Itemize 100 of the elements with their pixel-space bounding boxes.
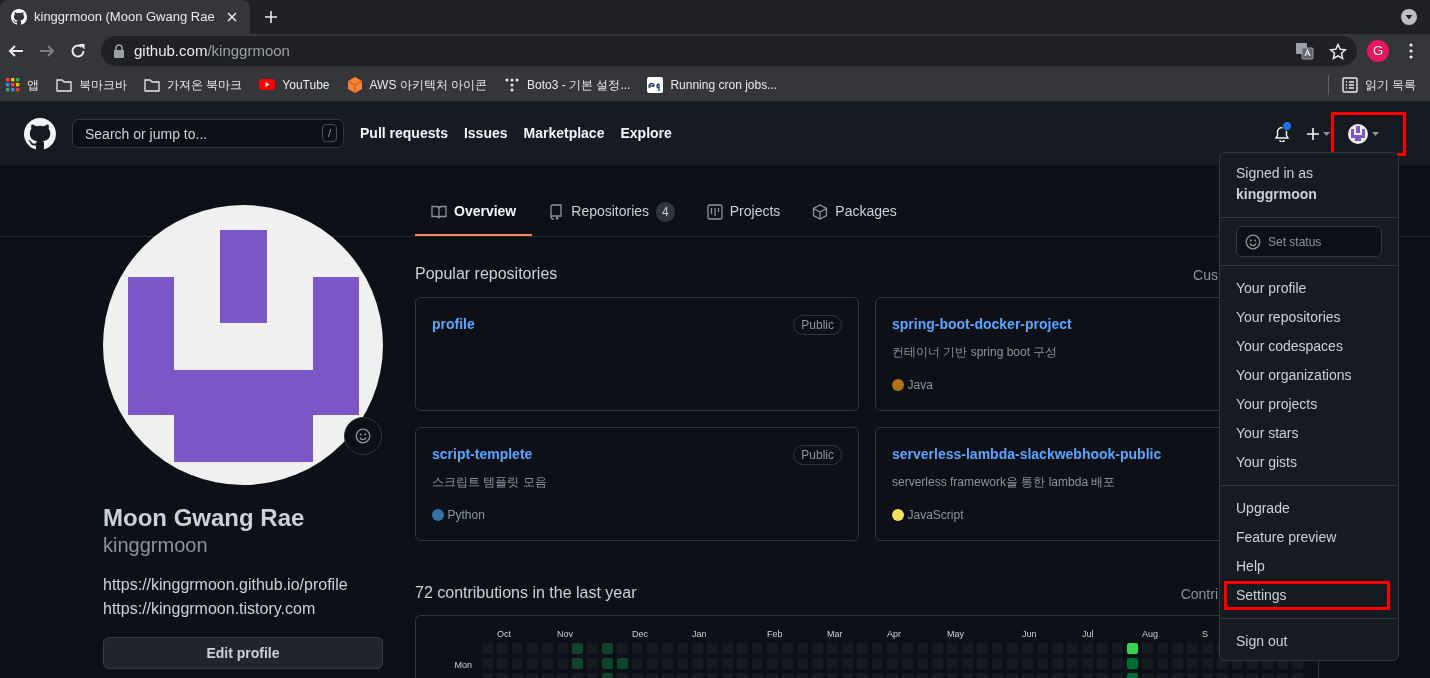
month-label: S [1202,629,1208,639]
month-label: Aug [1142,629,1158,639]
dots-icon [504,76,521,93]
bookmark[interactable]: 북마크바 [56,75,127,94]
profile-name: Moon Gwang Rae [103,503,306,533]
repo-description: 컨테이너 기반 spring boot 구성 [892,344,1058,361]
plus-icon [1305,126,1320,141]
profile-tab[interactable]: Packages [796,189,913,236]
reading-list[interactable]: 읽기 목록 [1341,75,1416,94]
back-icon[interactable] [8,43,24,59]
apps-grid-icon [6,77,20,92]
repo-link[interactable]: serverless-lambda-slackwebhook-public [892,444,1162,465]
bookmark[interactable]: 앱 [6,75,39,94]
section-title: 72 contributions in the last year [415,583,637,603]
menu-item[interactable]: Your codespaces [1224,332,1390,361]
cube-icon [346,76,363,93]
menu-item[interactable]: Your projects [1224,390,1390,419]
star-icon[interactable] [1329,42,1347,60]
github-logo [11,9,27,25]
month-label: Jan [692,629,707,639]
menu-icon[interactable] [1409,43,1413,59]
nav-link[interactable]: Issues [463,123,508,144]
caret-icon [1323,131,1330,136]
month-label: Jul [1082,629,1094,639]
bell-icon[interactable] [1273,125,1290,142]
status-button[interactable] [344,417,382,455]
edit-profile-button[interactable]: Edit profile [103,637,383,669]
contribution-settings-link[interactable]: Contri [1180,584,1218,605]
package-icon [812,203,829,220]
tab-title: kinggrmoon (Moon Gwang Rae [34,8,216,27]
url-text: github.com/kinggrmoon [134,40,290,61]
repository-icon [548,203,565,220]
smiley-icon [355,428,371,444]
close-icon[interactable] [226,11,238,23]
nav-link[interactable]: Explore [620,123,672,144]
github-logo[interactable] [24,117,56,150]
caret-icon [1371,131,1379,136]
list-icon [1341,76,1358,93]
site-icon [647,76,664,93]
set-status-button[interactable]: Set status [1236,226,1382,257]
reload-icon[interactable] [70,43,86,59]
menu-item[interactable]: Your stars [1224,419,1390,448]
day-label: Mon [454,660,472,670]
nav-link[interactable]: Pull requests [360,123,448,144]
nav-link[interactable]: Marketplace [523,123,605,144]
language-name: Java [907,377,933,394]
repo-description: 스크립트 템플릿 모음 [432,474,547,491]
menu-item[interactable]: Settings [1224,581,1390,610]
month-label: Oct [497,629,511,639]
address-bar[interactable]: github.com/kinggrmoon [101,36,1357,66]
avatar-icon [1348,123,1368,144]
bookmark[interactable]: 가져온 북마크 [144,75,243,94]
customize-link[interactable]: Cus [1193,265,1218,286]
profile-avatar[interactable]: G [1367,40,1389,62]
language-name: JavaScript [907,507,964,524]
month-label: Apr [887,629,901,639]
language-name: Python [447,507,485,524]
repo-description: serverless framework을 통한 lambda 배포 [892,474,1116,491]
website-link[interactable]: https://kinggrmoon.github.io/profile [103,573,348,597]
board-icon [706,203,723,220]
menu-item[interactable]: Sign out [1224,627,1390,656]
menu-item[interactable]: Your profile [1224,274,1390,303]
profile-username: kinggrmoon [103,533,209,557]
profile-tab[interactable]: Overview [415,189,533,236]
new-tab-icon[interactable] [264,10,278,24]
menu-item[interactable]: Help [1224,552,1390,581]
bookmark[interactable]: Boto3 - 기본 설정... [504,75,631,94]
browser-tab[interactable]: kinggrmoon (Moon Gwang Rae [0,0,250,34]
bookmark[interactable]: YouTube [259,75,330,94]
repo-link[interactable]: profile [432,314,475,335]
menu-item[interactable]: Upgrade [1224,494,1390,523]
month-label: May [947,629,964,639]
tab-search-icon[interactable] [1401,9,1417,25]
website-link[interactable]: https://kinggrmoon.tistory.com [103,597,316,621]
profile-tab[interactable]: Projects [690,189,797,236]
shortcut-key: / [321,124,337,142]
repo-link[interactable]: script-templete [432,444,533,465]
month-label: Feb [767,629,783,639]
signed-in-text: Signed in as kinggrmoon [1235,164,1318,204]
menu-item[interactable]: Your repositories [1224,303,1390,332]
translate-icon[interactable] [1295,42,1314,60]
menu-item[interactable]: Feature preview [1224,523,1390,552]
section-title: Popular repositories [415,264,558,284]
folder-icon [144,76,160,93]
bookmark[interactable]: AWS 아키텍처 아이콘 [346,75,488,94]
smiley-icon [1245,233,1261,250]
profile-tab[interactable]: Repositories 4 [532,189,691,236]
bookmark[interactable]: Running cron jobs... [647,75,778,94]
menu-item[interactable]: Your gists [1224,448,1390,477]
create-button[interactable] [1305,126,1330,141]
month-label: Jun [1022,629,1037,639]
play-icon [259,78,276,91]
month-label: Dec [632,629,648,639]
lock-icon [113,44,125,58]
count-badge: 4 [656,201,675,222]
repo-link[interactable]: spring-boot-docker-project [892,314,1072,335]
month-label: Mar [827,629,843,639]
book-icon [431,203,447,220]
folder-icon [56,76,72,93]
menu-item[interactable]: Your organizations [1224,361,1390,390]
